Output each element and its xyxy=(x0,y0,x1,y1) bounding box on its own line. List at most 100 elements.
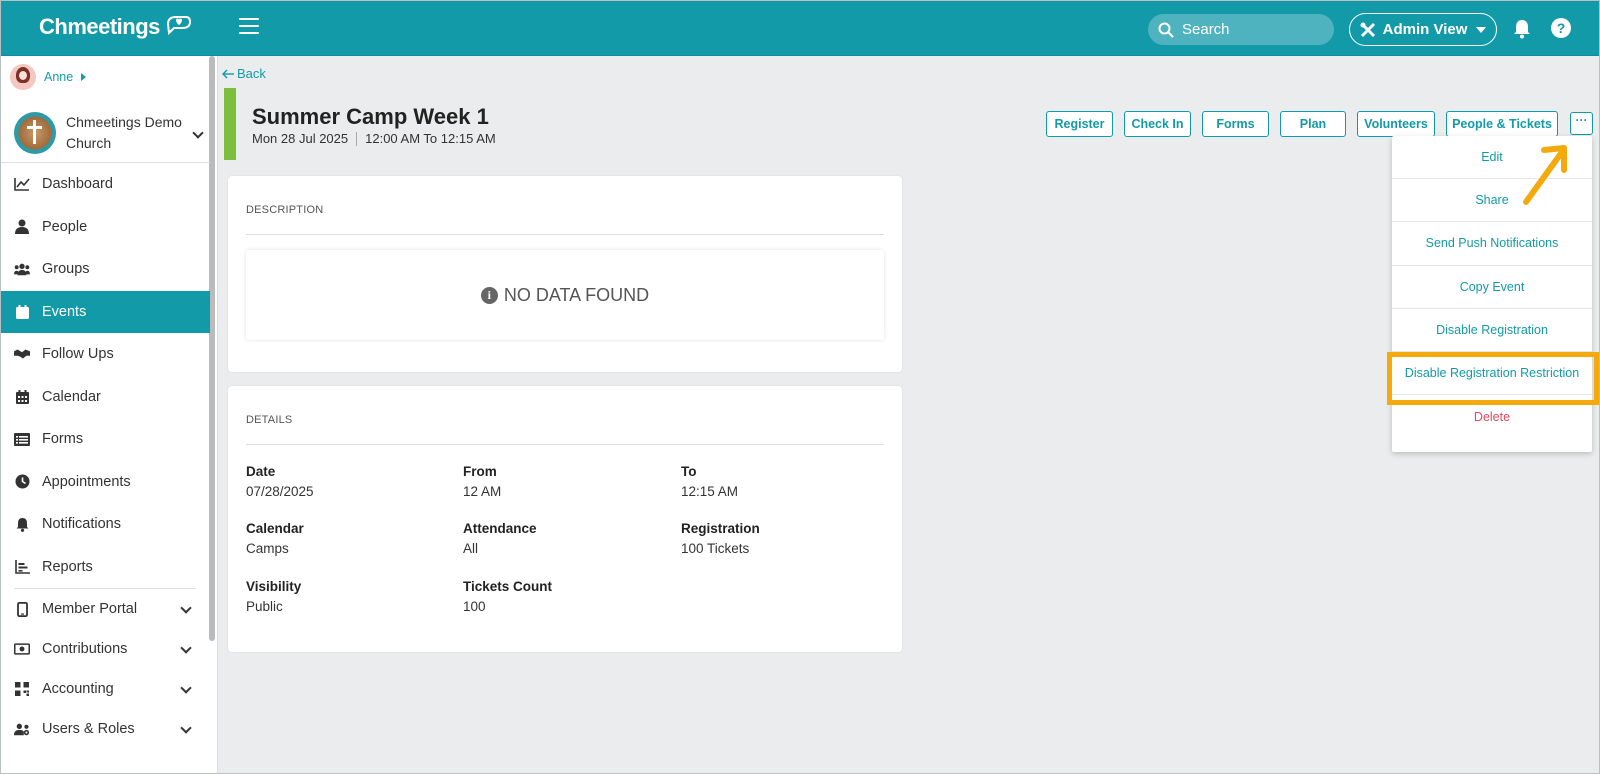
event-date: Mon 28 Jul 2025 xyxy=(252,131,349,146)
sidebar-item-users-roles[interactable]: Users & Roles xyxy=(0,709,210,749)
help-icon[interactable]: ? xyxy=(1551,18,1571,38)
church-name: Chmeetings Demo Church xyxy=(66,114,182,151)
menu-item-disable-registration[interactable]: Disable Registration xyxy=(1392,309,1592,352)
description-heading: DESCRIPTION xyxy=(246,204,324,216)
people-tickets-button[interactable]: People & Tickets xyxy=(1446,111,1558,137)
search-box[interactable] xyxy=(1148,14,1334,45)
sidebar-item-forms[interactable]: Forms xyxy=(0,418,210,461)
sidebar-item-label: Notifications xyxy=(42,516,121,533)
sidebar-item-groups[interactable]: Groups xyxy=(0,248,210,291)
caret-down-icon xyxy=(1476,26,1487,33)
avatar xyxy=(10,64,36,90)
sidebar-item-label: People xyxy=(42,218,88,235)
page-title: Summer Camp Week 1 xyxy=(252,104,489,129)
detail-attendance: Attendance All xyxy=(463,521,537,556)
qr-icon xyxy=(14,681,30,697)
sidebar-item-label: Reports xyxy=(42,558,93,575)
sidebar-item-label: Calendar xyxy=(42,388,101,405)
detail-tickets-count: Tickets Count 100 xyxy=(463,579,553,614)
back-link[interactable]: Back xyxy=(222,66,266,81)
sidebar-item-label: Users & Roles xyxy=(42,721,135,737)
chevron-down-icon xyxy=(192,127,204,139)
sidebar: Anne Chmeetings Demo Church Dashboard Pe… xyxy=(0,56,218,774)
sidebar-item-contributions[interactable]: Contributions xyxy=(0,629,210,669)
volunteers-button[interactable]: Volunteers xyxy=(1357,111,1435,137)
top-bar: Chmeetings Admin View ? xyxy=(0,0,1600,56)
logo-text: Chmeetings xyxy=(39,14,160,39)
sidebar-item-label: Contributions xyxy=(42,641,128,657)
menu-item-copy-event[interactable]: Copy Event xyxy=(1392,266,1592,309)
sidebar-item-people[interactable]: People xyxy=(0,206,210,249)
calendar-icon xyxy=(14,304,30,320)
sidebar-item-accounting[interactable]: Accounting xyxy=(0,669,210,709)
app-logo[interactable]: Chmeetings xyxy=(39,14,192,40)
chevron-down-icon xyxy=(180,642,192,654)
sidebar-item-member-portal[interactable]: Member Portal xyxy=(0,589,210,629)
list-icon xyxy=(14,431,30,447)
sidebar-item-dashboard[interactable]: Dashboard xyxy=(0,163,210,206)
description-card: DESCRIPTION i NO DATA FOUND xyxy=(228,176,902,372)
sidebar-item-label: Groups xyxy=(42,261,90,278)
church-logo xyxy=(14,112,56,154)
sidebar-item-events[interactable]: Events xyxy=(0,290,210,333)
search-icon xyxy=(1158,22,1174,38)
event-color-bar xyxy=(224,88,236,160)
chevron-down-icon xyxy=(180,682,192,694)
check-in-button[interactable]: Check In xyxy=(1124,111,1191,137)
sidebar-item-notifications[interactable]: Notifications xyxy=(0,503,210,546)
menu-item-disable-registration-restriction[interactable]: Disable Registration Restriction xyxy=(1392,352,1592,396)
tools-icon xyxy=(1360,22,1375,37)
church-selector[interactable]: Chmeetings Demo Church xyxy=(14,108,204,158)
back-label: Back xyxy=(237,66,266,81)
bell-icon xyxy=(14,516,30,532)
calendar-grid-icon xyxy=(14,389,30,405)
sidebar-item-label: Member Portal xyxy=(42,601,138,617)
search-input[interactable] xyxy=(1182,21,1322,38)
chevron-down-icon xyxy=(180,602,192,614)
details-heading: DETAILS xyxy=(246,414,293,426)
sidebar-item-appointments[interactable]: Appointments xyxy=(0,461,210,504)
details-card: DETAILS Date 07/28/2025 From 12 AM To 12:15… xyxy=(228,386,902,652)
menu-item-edit[interactable]: Edit xyxy=(1392,136,1592,180)
menu-item-share[interactable]: Share xyxy=(1392,179,1592,223)
sidebar-item-label: Appointments xyxy=(42,473,131,490)
detail-calendar: Calendar Camps xyxy=(246,521,304,556)
sidebar-item-follow-ups[interactable]: Follow Ups xyxy=(0,333,210,376)
plan-button[interactable]: Plan xyxy=(1280,111,1346,137)
handshake-icon xyxy=(14,346,30,362)
event-time: 12:00 AM To 12:15 AM xyxy=(365,131,496,146)
menu-item-delete[interactable]: Delete xyxy=(1392,395,1592,438)
more-options-button[interactable]: ··· xyxy=(1570,112,1593,135)
bell-icon[interactable] xyxy=(1513,19,1531,39)
detail-date: Date 07/28/2025 xyxy=(246,464,314,499)
more-options-menu: Edit Share Send Push Notifications Copy … xyxy=(1392,136,1592,452)
sidebar-item-label: Accounting xyxy=(42,681,114,697)
event-datetime: Mon 28 Jul 2025 12:00 AM To 12:15 AM xyxy=(252,131,496,146)
clock-icon xyxy=(14,474,30,490)
users-icon xyxy=(14,261,30,277)
arrow-left-icon xyxy=(222,69,234,78)
no-data-panel: i NO DATA FOUND xyxy=(246,250,884,340)
admin-view-dropdown[interactable]: Admin View xyxy=(1349,13,1497,46)
detail-registration: Registration 100 Tickets xyxy=(681,521,760,556)
money-icon xyxy=(14,641,30,657)
chevron-down-icon xyxy=(180,722,192,734)
sidebar-item-reports[interactable]: Reports xyxy=(0,546,210,589)
register-button[interactable]: Register xyxy=(1046,111,1113,137)
sidebar-item-label: Events xyxy=(42,303,87,320)
person-icon xyxy=(14,219,30,235)
forms-button[interactable]: Forms xyxy=(1202,111,1269,137)
info-icon: i xyxy=(480,286,498,304)
detail-from: From 12 AM xyxy=(463,464,502,499)
admin-view-label: Admin View xyxy=(1382,21,1468,38)
menu-item-send-push-notifications[interactable]: Send Push Notifications xyxy=(1392,222,1592,266)
hamburger-menu-button[interactable] xyxy=(239,18,259,36)
no-data-text: NO DATA FOUND xyxy=(503,284,650,305)
user-menu[interactable]: Anne xyxy=(10,64,87,90)
user-name: Anne xyxy=(44,70,74,84)
sidebar-item-label: Dashboard xyxy=(42,176,113,193)
sidebar-item-calendar[interactable]: Calendar xyxy=(0,376,210,419)
bar-chart-icon xyxy=(14,559,30,575)
sidebar-item-label: Follow Ups xyxy=(42,346,114,363)
chart-line-icon xyxy=(14,176,30,192)
